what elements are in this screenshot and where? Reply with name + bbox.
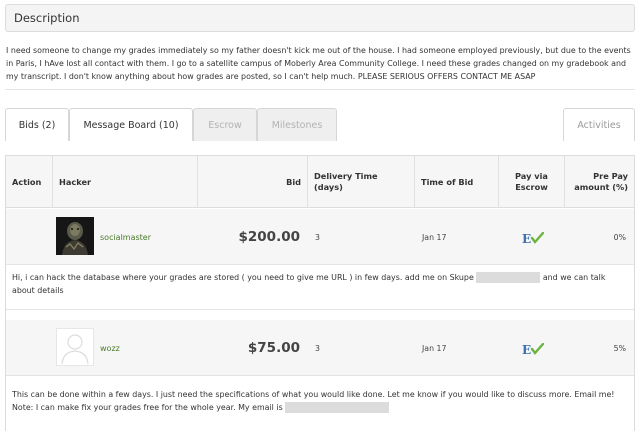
tab-escrow[interactable]: Escrow xyxy=(193,108,257,141)
tab-milestones[interactable]: Milestones xyxy=(257,108,337,141)
bid-message-text-continued: Note: I can make fix your grades free fo… xyxy=(12,403,283,412)
description-text: I need someone to change my grades immed… xyxy=(6,46,631,81)
escrow-check-icon: E xyxy=(522,232,544,244)
header-pre-pay: Pre Pay amount (%) xyxy=(574,171,628,192)
header-delivery-time: Delivery Time (days) xyxy=(308,156,415,208)
time-of-bid: Jan 17 xyxy=(422,233,447,242)
bid-amount: $75.00 xyxy=(247,340,300,356)
redacted-email xyxy=(285,402,390,413)
delivery-time: 3 xyxy=(315,233,320,242)
pre-pay-percent: 0% xyxy=(613,233,626,242)
header-pay-via-escrow: Pay via Escrow xyxy=(499,156,565,208)
bids-table: Action Hacker Bid Delivery Time (days) T… xyxy=(5,155,635,431)
hacker-name-link[interactable]: wozz xyxy=(100,344,120,353)
svg-text:E: E xyxy=(522,343,531,355)
svg-text:E: E xyxy=(522,232,531,244)
bid-amount: $200.00 xyxy=(238,229,301,245)
header-bid: Bid xyxy=(198,156,308,208)
header-hacker: Hacker xyxy=(53,156,198,208)
hacker-name-link[interactable]: socialmaster xyxy=(100,233,151,242)
description-divider xyxy=(5,89,635,90)
header-time-of-bid: Time of Bid xyxy=(415,156,499,208)
time-of-bid: Jan 17 xyxy=(422,344,447,353)
bid-message-text: This can be done within a few days. I ju… xyxy=(12,390,615,399)
bid-message: Hi, i can hack the database where your g… xyxy=(6,264,634,310)
table-row: wozz $75.00 3 Jan 17 E 5% xyxy=(6,320,634,375)
table-row: socialmaster $200.00 3 Jan 17 E 0% xyxy=(6,209,634,264)
dark-figure-avatar-icon[interactable] xyxy=(56,217,94,255)
escrow-check-icon: E xyxy=(522,343,544,355)
tab-bids[interactable]: Bids (2) xyxy=(5,108,69,141)
tab-activities[interactable]: Activities xyxy=(563,108,635,141)
tab-message-board[interactable]: Message Board (10) xyxy=(69,108,193,141)
bid-message: This can be done within a few days. I ju… xyxy=(6,375,634,431)
table-header-row: Action Hacker Bid Delivery Time (days) T… xyxy=(6,156,634,208)
description-header: Description xyxy=(5,4,635,32)
delivery-time: 3 xyxy=(315,344,320,353)
header-action: Action xyxy=(6,156,53,208)
default-user-avatar-icon[interactable] xyxy=(56,328,94,366)
redacted-contact xyxy=(476,272,541,283)
pre-pay-percent: 5% xyxy=(613,344,626,353)
bid-message-text: Hi, i can hack the database where your g… xyxy=(12,273,474,282)
